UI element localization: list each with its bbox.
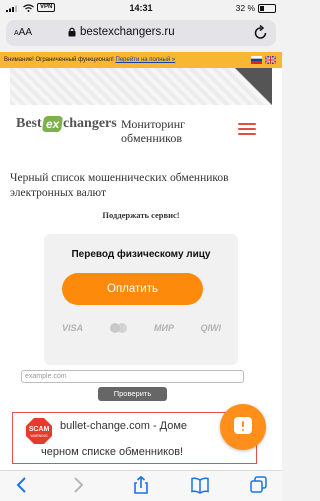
scam-line-1: bullet-change.com - Доме xyxy=(60,420,188,432)
support-text: Поддержать сервис! xyxy=(102,210,180,220)
page-heading: Черный список мошеннических обменников э… xyxy=(10,172,229,199)
share-icon[interactable] xyxy=(131,476,151,494)
url-text: bestexchangers.ru xyxy=(80,26,175,38)
qiwi-icon: QIWI xyxy=(200,323,222,333)
svg-text:SCAM: SCAM xyxy=(29,426,50,433)
domain-input[interactable]: example.com xyxy=(21,370,244,383)
battery-percent: 32 % xyxy=(235,3,255,13)
mir-icon: МИР xyxy=(154,323,174,333)
check-button[interactable]: Проверить xyxy=(98,387,167,401)
mastercard-icon xyxy=(109,323,128,333)
menu-icon[interactable] xyxy=(238,123,256,138)
lock-icon xyxy=(68,27,76,37)
donation-title: Перевод физическому лицу xyxy=(71,249,211,260)
limited-mode-notice: Внимание! Ограниченный функционал! Перей… xyxy=(0,52,282,68)
notice-text: Внимание! Ограниченный функционал! xyxy=(4,57,114,63)
tabs-icon[interactable] xyxy=(249,476,269,494)
scam-warning-icon: SCAM WARNING xyxy=(26,418,52,444)
pay-button[interactable]: Оплатить xyxy=(62,273,203,305)
top-banner xyxy=(10,68,272,105)
visa-icon: VISA xyxy=(62,323,84,333)
scam-line-2: черном списке обменников! xyxy=(41,446,184,458)
battery-icon xyxy=(258,3,276,13)
browser-toolbar xyxy=(0,470,282,501)
svg-text:WARNING: WARNING xyxy=(30,434,47,438)
chat-icon xyxy=(234,417,252,434)
address-bar[interactable]: AAA bestexchangers.ru xyxy=(6,20,276,46)
site-tagline: Мониторинг обменников xyxy=(121,117,186,145)
russian-flag-icon[interactable] xyxy=(251,56,262,64)
bookmarks-icon[interactable] xyxy=(190,476,210,494)
page-content: Best ex changers Мониторинг обменников Ч… xyxy=(0,68,282,470)
status-bar: VPN 14:31 32 % xyxy=(0,0,282,16)
site-logo[interactable]: Best ex changers xyxy=(16,116,117,132)
full-version-link[interactable]: Перейти на полный » xyxy=(116,57,176,63)
uk-flag-icon[interactable] xyxy=(265,56,276,64)
text-size-button[interactable]: AAA xyxy=(14,27,32,38)
donation-card: Перевод физическому лицу Оплатить VISA М… xyxy=(44,234,238,365)
back-icon[interactable] xyxy=(12,476,32,494)
payment-methods: VISA МИР QIWI xyxy=(62,323,221,333)
url-display[interactable]: bestexchangers.ru xyxy=(68,26,175,38)
forward-icon[interactable] xyxy=(68,476,88,494)
reload-icon[interactable] xyxy=(254,25,268,40)
chat-button[interactable] xyxy=(220,404,266,450)
